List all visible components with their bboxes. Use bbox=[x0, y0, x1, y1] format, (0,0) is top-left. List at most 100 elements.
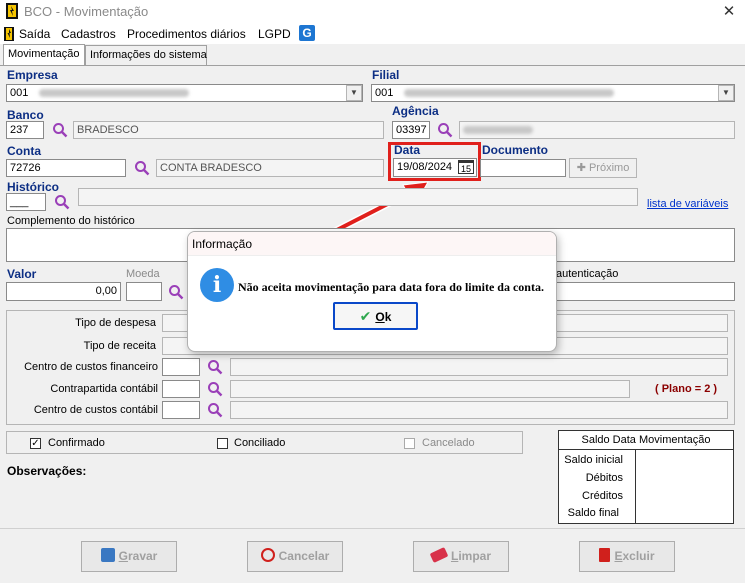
empresa-chevron-down-icon[interactable]: ▼ bbox=[346, 85, 362, 101]
gravar-label: ravar bbox=[127, 549, 158, 563]
centro-custos-financeiro-search-icon[interactable] bbox=[207, 359, 223, 375]
creditos-label: Créditos bbox=[582, 490, 623, 502]
tipo-receita-label: Tipo de receita bbox=[83, 340, 156, 352]
menu-lgpd[interactable]: LGPD bbox=[258, 27, 291, 41]
empresa-code: 001 bbox=[10, 87, 29, 99]
cancelado-checkbox bbox=[404, 438, 415, 449]
historico-code-input[interactable]: ___ bbox=[6, 193, 46, 211]
floppy-disk-icon bbox=[100, 548, 115, 562]
cancelado-label: Cancelado bbox=[422, 437, 475, 449]
ok-key: O bbox=[375, 310, 385, 324]
cancelar-label: Cancelar bbox=[278, 549, 330, 563]
documento-label: Documento bbox=[482, 143, 548, 157]
historico-description-field bbox=[78, 188, 638, 206]
info-icon: i bbox=[200, 268, 234, 302]
excluir-button[interactable]: Excluir bbox=[579, 541, 675, 572]
filial-label: Filial bbox=[372, 68, 400, 82]
limpar-label: impar bbox=[458, 549, 492, 563]
banco-search-icon[interactable] bbox=[52, 122, 68, 138]
ok-label: k bbox=[384, 310, 392, 324]
centro-custos-contabil-name bbox=[230, 401, 728, 419]
close-icon[interactable]: ✕ bbox=[718, 1, 740, 23]
brand-g-icon[interactable]: G bbox=[299, 25, 315, 41]
confirmado-label: Confirmado bbox=[48, 437, 105, 449]
valor-label: Valor bbox=[7, 267, 37, 281]
valor-input[interactable]: 0,00 bbox=[6, 282, 121, 301]
contrapartida-contabil-label: Contrapartida contábil bbox=[50, 383, 158, 395]
gravar-button[interactable]: Gravar bbox=[81, 541, 177, 572]
window-title: BCO - Movimentação bbox=[24, 4, 149, 19]
conciliado-label: Conciliado bbox=[234, 437, 286, 449]
saldo-final-label: Saldo final bbox=[567, 507, 619, 519]
banco-label: Banco bbox=[7, 108, 44, 122]
centro-custos-contabil-search-icon[interactable] bbox=[207, 402, 223, 418]
saldo-panel: Saldo Data Movimentação Saldo inicial Dé… bbox=[558, 430, 734, 524]
conta-search-icon[interactable] bbox=[134, 160, 150, 176]
cancel-circle-icon bbox=[260, 548, 275, 562]
proximo-label: Próximo bbox=[588, 162, 630, 174]
limpar-button[interactable]: Limpar bbox=[413, 541, 509, 572]
contrapartida-contabil-name bbox=[230, 380, 630, 398]
trash-icon bbox=[599, 548, 611, 562]
historico-label: Histórico bbox=[7, 180, 60, 194]
empresa-name-redacted bbox=[39, 89, 190, 98]
tipo-despesa-label: Tipo de despesa bbox=[75, 317, 156, 329]
agencia-search-icon[interactable] bbox=[437, 122, 453, 138]
observacoes-label: Observações: bbox=[7, 464, 87, 478]
lista-variaveis-link[interactable]: lista de variáveis bbox=[647, 198, 728, 210]
agencia-label: Agência bbox=[392, 104, 439, 118]
cancelar-button[interactable]: Cancelar bbox=[247, 541, 343, 572]
empresa-select[interactable]: 001 bbox=[6, 84, 363, 102]
excluir-key: E bbox=[614, 549, 623, 563]
centro-custos-financeiro-input[interactable] bbox=[162, 358, 200, 376]
conta-label: Conta bbox=[7, 144, 41, 158]
centro-custos-contabil-label: Centro de custos contábil bbox=[33, 404, 158, 416]
centro-custos-contabil-input[interactable] bbox=[162, 401, 200, 419]
agencia-name-redacted bbox=[463, 126, 533, 135]
filial-select[interactable]: 001 bbox=[371, 84, 735, 102]
moeda-search-icon[interactable] bbox=[168, 284, 184, 300]
debitos-label: Débitos bbox=[585, 472, 623, 484]
conciliado-checkbox[interactable] bbox=[217, 438, 228, 449]
dialog-title: Informação bbox=[188, 232, 556, 256]
menu-saida[interactable]: Saída bbox=[19, 27, 50, 41]
agencia-code-input[interactable]: 03397 bbox=[392, 121, 430, 139]
checkmark-icon: ✔ bbox=[359, 308, 372, 324]
contrapartida-contabil-search-icon[interactable] bbox=[207, 381, 223, 397]
centro-custos-financeiro-label: Centro de custos financeiro bbox=[24, 361, 158, 373]
menu-cadastros[interactable]: Cadastros bbox=[61, 27, 116, 41]
banco-name-field: BRADESCO bbox=[73, 121, 384, 139]
saldo-title: Saldo Data Movimentação bbox=[559, 431, 733, 450]
conta-code-input[interactable]: 72726 bbox=[6, 159, 126, 177]
moeda-label: Moeda bbox=[126, 268, 160, 280]
dialog-message: Não aceita movimentação para data fora d… bbox=[238, 280, 544, 294]
plus-icon: ✚ bbox=[576, 162, 586, 174]
plano-label: ( Plano = 2 ) bbox=[655, 383, 718, 395]
proximo-button[interactable]: ✚ Próximo bbox=[569, 158, 637, 178]
moeda-input[interactable] bbox=[126, 282, 162, 301]
filial-name-redacted bbox=[404, 89, 615, 98]
historico-search-icon[interactable] bbox=[54, 194, 70, 210]
saldo-divider bbox=[635, 450, 636, 523]
centro-custos-financeiro-name bbox=[230, 358, 728, 376]
tab-movimentacao[interactable]: Movimentação bbox=[3, 44, 85, 66]
bottom-separator bbox=[0, 528, 745, 529]
tab-informacoes-sistema[interactable]: Informações do sistema bbox=[85, 45, 207, 65]
complemento-label: Complemento do histórico bbox=[7, 215, 135, 227]
contrapartida-contabil-input[interactable] bbox=[162, 380, 200, 398]
menu-procedimentos-diarios[interactable]: Procedimentos diários bbox=[127, 27, 246, 41]
ok-button[interactable]: ✔ Ok bbox=[333, 302, 418, 330]
confirmado-checkbox[interactable]: ✓ bbox=[30, 438, 41, 449]
documento-input[interactable] bbox=[480, 159, 566, 177]
autenticacao-input[interactable] bbox=[536, 282, 735, 301]
app-icon bbox=[5, 3, 19, 19]
gravar-key: G bbox=[118, 549, 128, 563]
saldo-inicial-label: Saldo inicial bbox=[564, 454, 623, 466]
info-dialog: Informação i Não aceita movimentação par… bbox=[187, 231, 557, 352]
excluir-label: xcluir bbox=[622, 549, 655, 563]
empresa-label: Empresa bbox=[7, 68, 58, 82]
banco-code-input[interactable]: 237 bbox=[6, 121, 44, 139]
exit-icon[interactable] bbox=[4, 27, 14, 41]
filial-chevron-down-icon[interactable]: ▼ bbox=[718, 85, 734, 101]
agencia-name-field bbox=[459, 121, 735, 139]
